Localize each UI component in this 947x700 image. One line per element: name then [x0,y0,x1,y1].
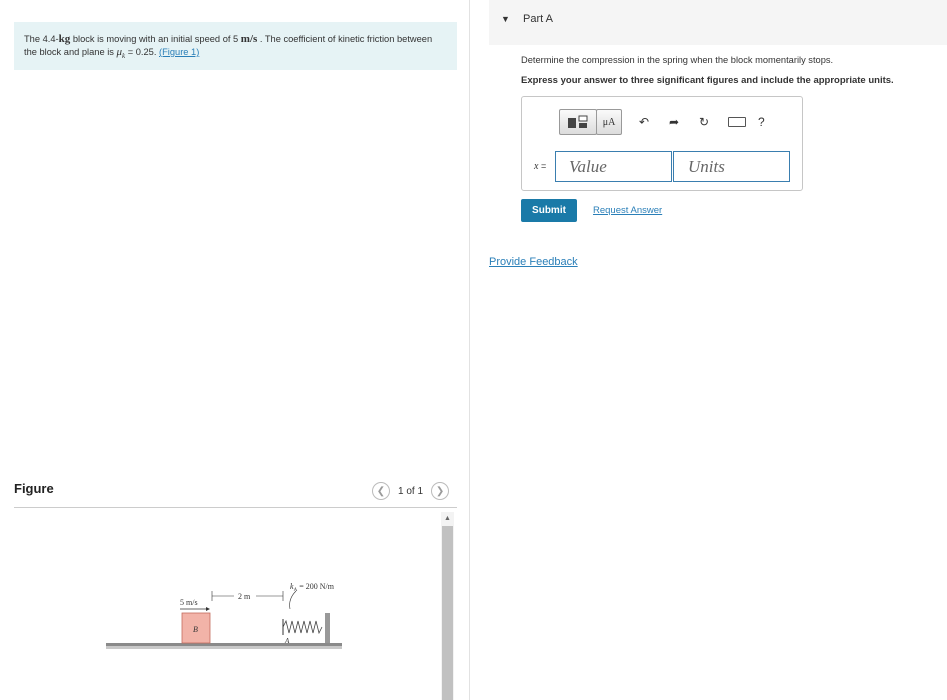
anchor-label: A [284,637,290,645]
variable-label: x = [534,161,546,172]
ground-shadow [106,646,342,649]
equals-sign: = [538,161,547,171]
block-label: B [193,625,198,634]
answer-box: μA ↶ ➦ ↻ ? x = [521,96,803,191]
part-header[interactable]: ▼ Part A [489,0,947,45]
keyboard-icon[interactable] [728,117,746,127]
submit-button[interactable]: Submit [521,199,577,222]
spring-coil [282,619,323,635]
distance-label: 2 m [238,592,251,601]
request-answer-link[interactable]: Request Answer [593,205,662,216]
chevron-left-icon[interactable]: ❮ [372,482,390,500]
chevron-right-icon[interactable]: ❯ [431,482,450,500]
problem-text: The 4.4- [24,34,59,44]
part-label: Part A [523,13,553,25]
undo-icon[interactable]: ↶ [632,111,656,133]
scroll-thumb[interactable] [442,526,453,700]
redo-icon[interactable]: ➦ [662,111,686,133]
problem-text: = 0.25. [125,47,160,57]
velocity-arrowhead [206,607,210,611]
value-input[interactable] [555,151,672,182]
figure-title: Figure [14,481,54,496]
scroll-up-arrow-icon[interactable]: ▲ [441,512,454,524]
spring-constant-label: kA = 200 N/m [290,582,335,593]
help-icon[interactable]: ? [758,115,765,129]
problem-text: block is moving with an initial speed of… [70,34,241,44]
problem-statement: The 4.4-kg block is moving with an initi… [14,22,457,70]
instruction-text: Express your answer to three significant… [521,75,894,86]
figure-diagram: 5 m/s B 2 m kA = 200 N/m A [106,582,342,649]
figure-nav: ❮ 1 of 1 ❯ [372,482,450,500]
templates-glyph [568,115,588,128]
figure-link[interactable]: (Figure 1) [159,47,199,57]
speed-label: 5 m/s [180,598,198,607]
units-input[interactable] [673,151,790,182]
caret-down-icon[interactable]: ▼ [501,14,510,24]
figure-count: 1 of 1 [398,485,424,497]
unit-kg: kg [58,33,71,45]
spring-wall [325,613,330,643]
math-toolbar: μA ↶ ➦ ↻ ? [559,109,765,135]
unit-ms: m/s [240,33,258,45]
templates-icon[interactable] [559,109,597,135]
reset-icon[interactable]: ↻ [692,111,716,133]
figure-divider [14,507,457,508]
right-panel: ▼ Part A Determine the compression in th… [470,0,947,700]
spring-label-leader [289,590,297,610]
question-text: Determine the compression in the spring … [521,55,834,65]
left-panel: The 4.4-kg block is moving with an initi… [0,0,470,700]
units-button-label: μA [602,116,616,128]
provide-feedback-link[interactable]: Provide Feedback [489,256,578,268]
units-button[interactable]: μA [596,109,622,135]
figure-scrollbar[interactable]: ▲ [441,512,454,700]
